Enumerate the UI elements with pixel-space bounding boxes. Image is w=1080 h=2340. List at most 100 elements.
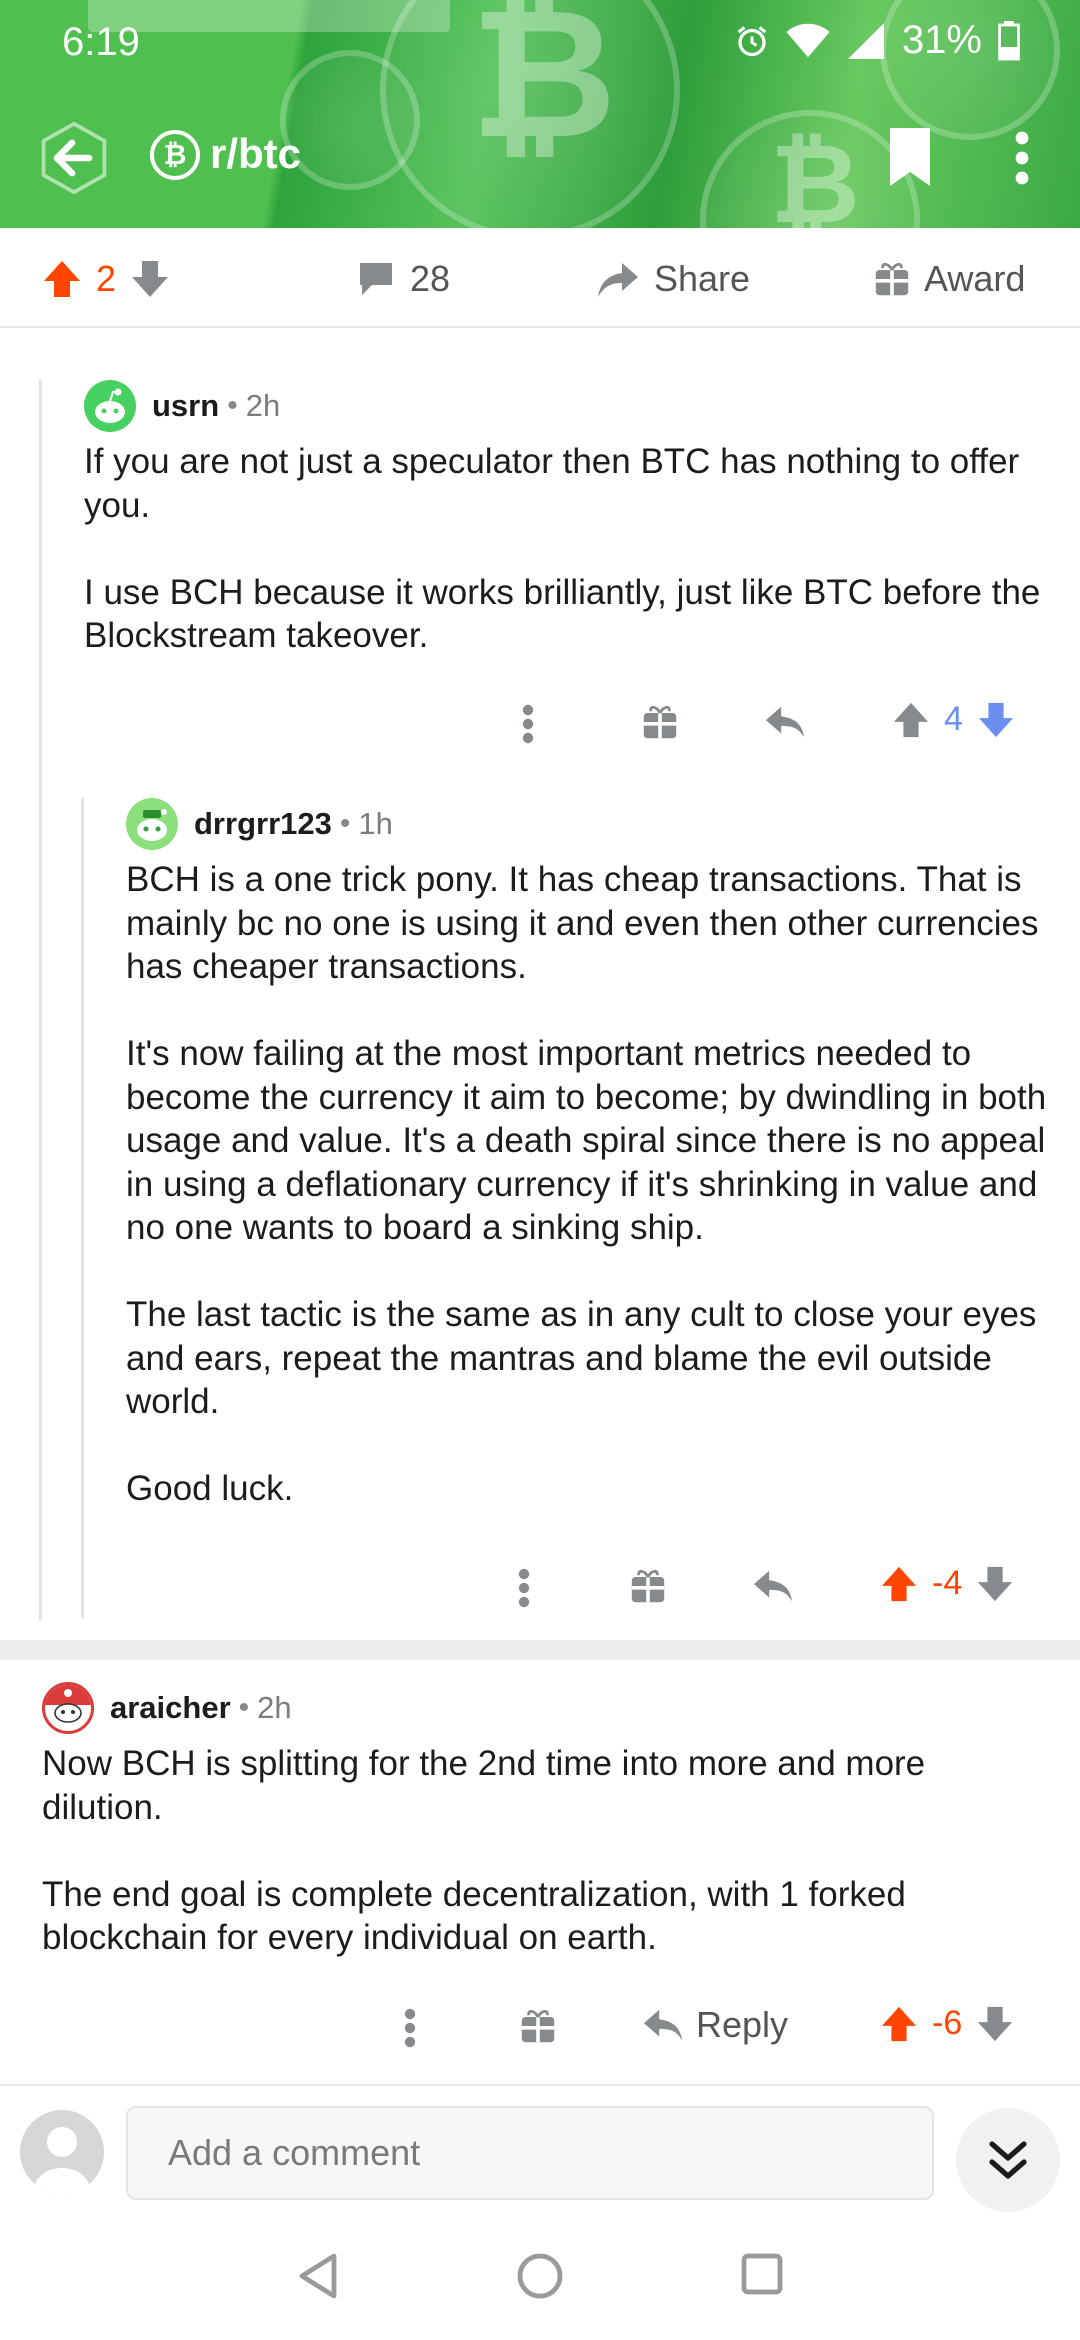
comment-score: -4 [932,1564,963,1602]
nav-recents-icon[interactable] [740,2252,784,2296]
snoo-avatar-icon [137,809,167,841]
comment-author[interactable]: drrgrr123 [194,806,332,842]
upvote-icon[interactable] [880,2005,918,2043]
post-score: 2 [96,258,117,299]
comment-paragraph: Good luck. [126,1469,294,1508]
comment-time: 2h [257,1690,292,1725]
comment-paragraph: I use BCH because it works brilliantly, … [84,572,1041,656]
avatar[interactable] [84,380,136,432]
user-silhouette-icon [34,2127,90,2194]
award-label: Award [924,258,1026,299]
reply-icon[interactable] [752,1568,794,1604]
jump-next-button[interactable] [956,2108,1060,2212]
upvote-icon[interactable] [880,1565,918,1603]
system-navigation-bar [0,2224,1080,2340]
share-button[interactable]: Share [596,258,750,300]
upvote-icon[interactable] [892,701,930,739]
avatar[interactable] [42,1682,94,1734]
reply-icon [643,2009,683,2041]
reply-label: Reply [696,2004,789,2045]
snoo-avatar-icon [45,1685,91,1723]
battery-icon [998,20,1020,60]
meta-separator: • [227,389,238,422]
reply-button[interactable]: Reply [642,2004,788,2046]
gift-icon[interactable] [520,2008,556,2044]
avatar[interactable] [20,2110,104,2194]
share-arrow-icon [598,263,638,297]
app-bar: ₿ r/btc [0,120,1080,200]
status-time: 6:19 [62,20,140,64]
comment-body: BCH is a one trick pony. It has cheap tr… [126,858,1056,1511]
more-options-icon[interactable] [518,1568,530,1608]
signal-icon [847,22,884,59]
thread-line[interactable] [81,798,84,1618]
comment-vote-group: 4 [892,700,1015,739]
comment-time: 1h [358,806,393,841]
comment-actions: 4 [500,694,1060,754]
more-options-icon[interactable] [522,704,534,744]
share-label: Share [654,258,751,299]
comments-button[interactable]: 28 [356,258,450,300]
meta-separator: • [238,1691,250,1724]
back-arrow-icon [41,121,107,195]
comment-author[interactable]: usrn [152,388,219,424]
battery-percent: 31% [901,18,982,62]
avatar[interactable] [126,798,178,850]
gift-icon [875,262,909,296]
comment-actions: Reply -6 [390,1998,1060,2058]
comment-header: usrn • 2h [84,380,1044,432]
comment-composer-bar: Add a comment [0,2084,1080,2224]
nav-back-icon[interactable] [296,2252,340,2300]
alarm-icon [737,25,767,56]
subreddit-icon[interactable]: ₿ [150,130,200,180]
more-options-icon[interactable] [1010,130,1034,186]
double-chevron-down-icon [989,2141,1027,2179]
comment-paragraph: BCH is a one trick pony. It has cheap tr… [126,860,1039,986]
wifi-icon [786,23,830,57]
comment-bubble-icon [360,263,392,295]
status-bar: 6:19 31% [0,0,1080,80]
downvote-icon[interactable] [976,2005,1014,2043]
comment-score: -6 [932,2004,963,2042]
comment-author[interactable]: araicher [110,1690,231,1726]
comment-score: 4 [944,700,963,738]
comment-body: Now BCH is splitting for the 2nd time in… [42,1742,1052,1960]
snoo-avatar-icon [95,388,125,423]
comment-time: 2h [245,388,281,423]
comment-paragraph: It's now failing at the most important m… [126,1034,1047,1247]
comment-header: drrgrr123 • 1h [126,798,1056,850]
subreddit-header: ₿ ₿ 6:19 31% ₿ r/btc [0,0,1080,228]
comment-paragraph: Now BCH is splitting for the 2nd time in… [42,1744,926,1827]
thread-separator [0,1640,1080,1660]
nav-home-icon[interactable] [516,2252,564,2300]
comment-paragraph: If you are not just a speculator then BT… [84,442,1020,525]
comment-vote-group: -6 [880,2004,1014,2043]
gift-icon[interactable] [630,1568,666,1604]
thread-line[interactable] [39,380,42,1620]
comment-actions: -4 [500,1558,1060,1618]
award-button[interactable]: Award [874,258,1025,300]
subreddit-name[interactable]: r/btc [210,130,301,178]
downvote-icon[interactable] [977,701,1015,739]
comment-body: If you are not just a speculator then BT… [84,440,1044,658]
comment-vote-group: -4 [880,1564,1014,1603]
upvote-icon[interactable] [42,259,82,299]
downvote-icon[interactable] [976,1565,1014,1603]
downvote-icon[interactable] [130,259,170,299]
add-comment-input[interactable]: Add a comment [126,2106,934,2200]
comment-paragraph: The end goal is complete decentralizatio… [42,1874,906,1958]
comment: drrgrr123 • 1h BCH is a one trick pony. … [126,798,1056,1511]
meta-separator: • [339,807,351,840]
status-icons: 31% [734,18,1020,63]
comment-header: araicher • 2h [42,1682,1052,1734]
comment-paragraph: The last tactic is the same as in any cu… [126,1295,1037,1421]
comment: araicher • 2h Now BCH is splitting for t… [42,1682,1052,1960]
back-button[interactable] [36,120,112,196]
bookmark-icon[interactable] [886,126,934,188]
post-action-bar: 2 28 Share Award [0,228,1080,328]
comment: usrn • 2h If you are not just a speculat… [84,380,1044,658]
reply-icon[interactable] [764,704,806,740]
more-options-icon[interactable] [404,2008,416,2048]
post-vote-group: 2 [42,258,170,300]
gift-icon[interactable] [642,704,678,740]
